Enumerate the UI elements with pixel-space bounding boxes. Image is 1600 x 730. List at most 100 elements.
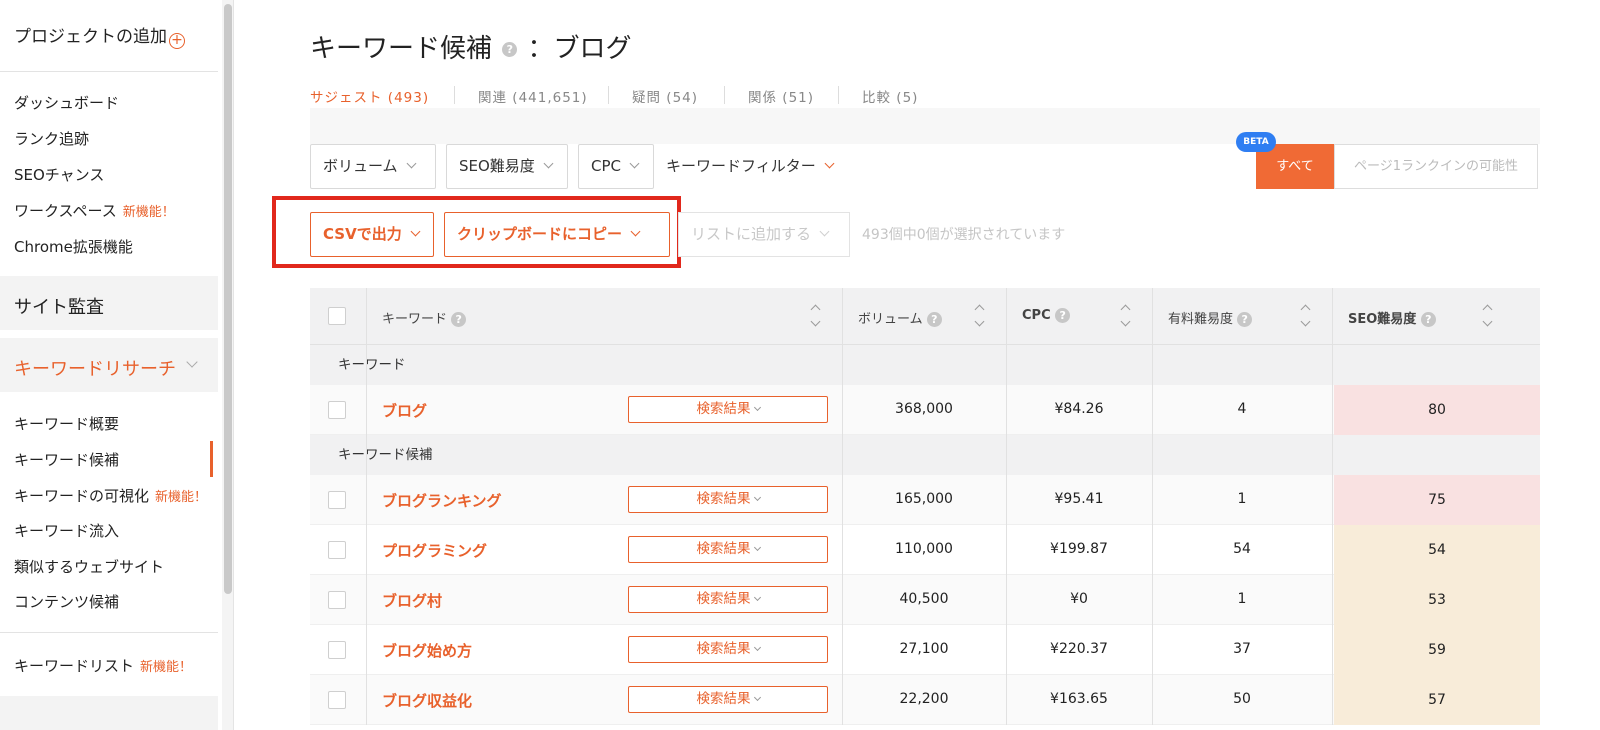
column-header-seo-difficulty[interactable]: SEO難易度 ?: [1348, 308, 1436, 327]
keyword-link[interactable]: ブログ村: [382, 590, 442, 611]
seo-difficulty-value: 75: [1428, 492, 1446, 508]
select-all-checkbox[interactable]: [328, 307, 346, 325]
column-header-volume[interactable]: ボリューム ?: [858, 308, 942, 327]
filter-label: キーワードフィルター: [666, 157, 816, 175]
table-row[interactable]: ブログ 検索結果 368,000 ¥84.26 4 80: [310, 385, 1540, 435]
row-checkbox[interactable]: [328, 541, 346, 559]
column-divider: [842, 288, 843, 345]
sort-icon[interactable]: [1120, 302, 1130, 330]
help-icon[interactable]: ?: [502, 42, 518, 57]
serp-button[interactable]: 検索結果: [628, 536, 828, 563]
main-content: キーワード候補 ? ：ブログ サジェスト (493) 関連 (441,651) …: [272, 0, 1540, 730]
serp-button[interactable]: 検索結果: [628, 586, 828, 613]
sidebar-item-content-ideas[interactable]: コンテンツ候補: [14, 591, 119, 612]
chevron-down-icon: [753, 643, 761, 652]
column-divider: [1152, 345, 1153, 725]
column-label: CPC: [1022, 308, 1051, 323]
sort-icon[interactable]: [974, 302, 984, 330]
cpc-cell: ¥84.26: [1054, 401, 1104, 417]
column-divider: [842, 345, 843, 725]
table-row[interactable]: プログラミング 検索結果 110,000 ¥199.87 54 54: [310, 525, 1540, 575]
button-label: 検索結果: [696, 541, 751, 557]
row-checkbox[interactable]: [328, 591, 346, 609]
tab-questions[interactable]: 疑問 (54): [632, 86, 698, 106]
sidebar-item-similar-websites[interactable]: 類似するウェブサイト: [14, 556, 164, 577]
serp-button[interactable]: 検索結果: [628, 636, 828, 663]
button-label: 検索結果: [696, 401, 751, 417]
sidebar-item-rank-tracking[interactable]: ランク追跡: [14, 128, 89, 149]
volume-cell: 368,000: [895, 401, 953, 417]
tab-count: (54): [666, 90, 699, 106]
seo-difficulty-filter[interactable]: SEO難易度: [446, 144, 568, 189]
volume-cell: 22,200: [899, 691, 949, 707]
sidebar-item-keyword-ideas[interactable]: キーワード候補: [14, 449, 119, 470]
sidebar-section-label: サイト監査: [14, 297, 104, 318]
help-icon[interactable]: ?: [1055, 308, 1071, 323]
column-divider: [1332, 288, 1333, 345]
sidebar-item-keyword-traffic[interactable]: キーワード流入: [14, 520, 119, 541]
sidebar-item-chrome-extension[interactable]: Chrome拡張機能: [14, 236, 133, 257]
cpc-cell: ¥95.41: [1054, 491, 1104, 507]
keyword-link[interactable]: ブログランキング: [382, 490, 502, 511]
page-title-text: キーワード候補: [310, 34, 493, 64]
column-header-cpc[interactable]: CPC ?: [1022, 308, 1071, 323]
column-label: ボリューム: [858, 312, 923, 327]
help-icon[interactable]: ?: [926, 312, 942, 327]
tab-comparison[interactable]: 比較 (5): [862, 86, 918, 106]
sidebar-item-workspace[interactable]: ワークスペース 新機能！: [14, 200, 175, 221]
button-label: 検索結果: [696, 491, 751, 507]
keyword-link[interactable]: ブログ収益化: [382, 690, 472, 711]
sidebar-item-seo-opportunity[interactable]: SEOチャンス: [14, 164, 104, 185]
sort-icon[interactable]: [810, 302, 820, 330]
keyword-link[interactable]: プログラミング: [382, 540, 487, 561]
serp-button[interactable]: 検索結果: [628, 396, 828, 423]
keyword-link[interactable]: ブログ: [382, 400, 427, 421]
sidebar-item-dashboard[interactable]: ダッシュボード: [14, 92, 119, 113]
seo-difficulty-cell: 54: [1334, 525, 1540, 575]
help-icon[interactable]: ?: [1237, 312, 1253, 327]
sidebar-item-keyword-overview[interactable]: キーワード概要: [14, 413, 119, 434]
tab-related[interactable]: 関連 (441,651): [478, 86, 588, 106]
keyword-link[interactable]: ブログ始め方: [382, 640, 472, 661]
paid-difficulty-cell: 50: [1233, 691, 1251, 707]
page1-ranking-button[interactable]: ページ1ランクインの可能性: [1334, 144, 1538, 189]
serp-button[interactable]: 検索結果: [628, 486, 828, 513]
new-badge: 新機能！: [122, 205, 175, 220]
sidebar-item-keyword-visualization[interactable]: キーワードの可視化 新機能！: [14, 485, 207, 506]
add-project-button[interactable]: プロジェクトの追加 +: [14, 22, 185, 49]
tab-label: 比較: [862, 90, 891, 106]
tab-relations[interactable]: 関係 (51): [748, 86, 814, 106]
sidebar-item-keyword-list[interactable]: キーワードリスト 新機能！: [14, 655, 192, 676]
row-checkbox[interactable]: [328, 641, 346, 659]
row-checkbox[interactable]: [328, 401, 346, 419]
sidebar-section-keyword-research[interactable]: キーワードリサーチ: [0, 338, 218, 392]
volume-filter[interactable]: ボリューム: [310, 144, 436, 189]
table-row[interactable]: ブログランキング 検索結果 165,000 ¥95.41 1 75: [310, 475, 1540, 525]
help-icon[interactable]: ?: [1420, 312, 1436, 327]
sidebar-scrollbar-thumb[interactable]: [224, 4, 232, 594]
serp-button[interactable]: 検索結果: [628, 686, 828, 713]
column-header-paid-difficulty[interactable]: 有料難易度 ?: [1168, 308, 1253, 327]
add-to-list-button[interactable]: リストに追加する: [678, 212, 850, 257]
table-row[interactable]: ブログ始め方 検索結果 27,100 ¥220.37 37 59: [310, 625, 1540, 675]
help-icon[interactable]: ?: [451, 312, 467, 327]
sort-icon[interactable]: [1300, 302, 1310, 330]
cpc-filter[interactable]: CPC: [578, 144, 654, 189]
tab-count: (441,651): [512, 90, 588, 106]
seo-difficulty-value: 80: [1428, 402, 1446, 418]
column-header-keyword[interactable]: キーワード ?: [382, 308, 467, 327]
sidebar-section-site-audit[interactable]: サイト監査: [0, 276, 218, 330]
chevron-down-icon: [543, 158, 554, 169]
tab-label: サジェスト: [310, 90, 383, 106]
sidebar-item-label: ワークスペース: [14, 202, 117, 220]
filter-label: CPC: [591, 157, 621, 175]
keyword-filter-dropdown[interactable]: キーワードフィルター: [666, 155, 835, 176]
sort-icon[interactable]: [1482, 302, 1492, 330]
row-checkbox[interactable]: [328, 491, 346, 509]
beta-badge: BETA: [1236, 132, 1276, 152]
row-checkbox[interactable]: [328, 691, 346, 709]
chevron-down-icon: [753, 493, 761, 502]
table-row[interactable]: ブログ村 検索結果 40,500 ¥0 1 53: [310, 575, 1540, 625]
tab-suggest[interactable]: サジェスト (493): [310, 86, 429, 106]
table-row[interactable]: ブログ収益化 検索結果 22,200 ¥163.65 50 57: [310, 675, 1540, 725]
